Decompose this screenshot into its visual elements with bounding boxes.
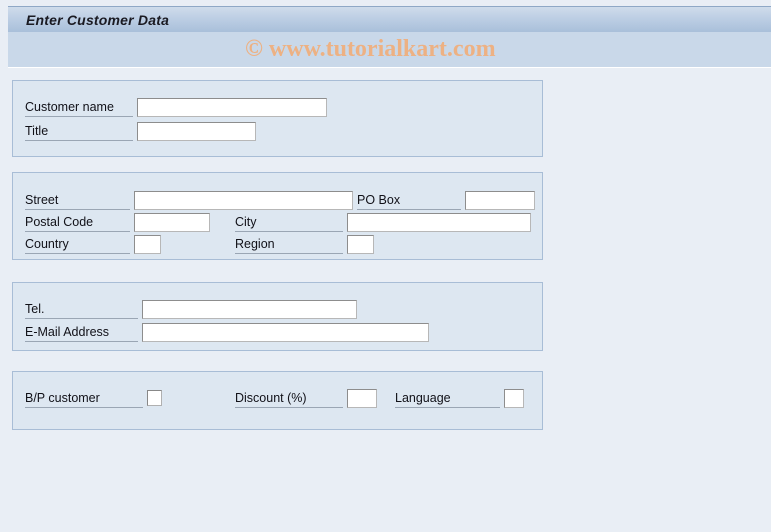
group-address: Street PO Box Postal Code City Country R… [12,172,543,260]
label-email-address: E-Mail Address [25,323,138,342]
label-region: Region [235,235,343,254]
label-language: Language [395,389,500,408]
page-title: Enter Customer Data [26,11,170,28]
window-titlebar: Enter Customer Data [8,6,771,32]
window-header: Enter Customer Data © www.tutorialkart.c… [0,0,771,72]
input-telephone[interactable] [142,299,357,319]
input-language[interactable] [504,388,524,408]
field-region: Region [235,234,374,254]
input-city[interactable] [347,212,531,232]
input-region[interactable] [347,234,374,254]
checkbox-bp-customer[interactable] [147,390,162,406]
label-city: City [235,213,343,232]
field-email-address: E-Mail Address [25,322,429,342]
field-postal-code: Postal Code [25,212,210,232]
input-title[interactable] [137,121,256,141]
input-country[interactable] [134,234,161,254]
label-street: Street [25,191,130,210]
field-language: Language [395,388,524,408]
field-title: Title [25,121,256,141]
field-street: Street [25,190,353,210]
field-country: Country [25,234,161,254]
field-customer-name: Customer name [25,97,327,117]
field-discount: Discount (%) [235,388,377,408]
label-bp-customer: B/P customer [25,389,143,408]
label-customer-name: Customer name [25,98,133,117]
label-postal-code: Postal Code [25,213,130,232]
input-po-box[interactable] [465,190,535,210]
group-terms: B/P customer Discount (%) Language [12,371,543,430]
label-telephone: Tel. [25,300,138,319]
field-bp-customer: B/P customer [25,388,162,408]
label-country: Country [25,235,130,254]
field-po-box: PO Box [357,190,535,210]
input-customer-name[interactable] [137,97,327,117]
input-postal-code[interactable] [134,212,210,232]
input-street[interactable] [134,190,353,210]
group-identity: Customer name Title [12,80,543,157]
field-city: City [235,212,531,232]
group-contact: Tel. E-Mail Address [12,282,543,351]
input-discount[interactable] [347,388,377,408]
label-po-box: PO Box [357,191,461,210]
field-telephone: Tel. [25,299,357,319]
label-discount: Discount (%) [235,389,343,408]
input-email-address[interactable] [142,322,429,342]
watermark-text: © www.tutorialkart.com [245,36,496,62]
label-title: Title [25,122,133,141]
